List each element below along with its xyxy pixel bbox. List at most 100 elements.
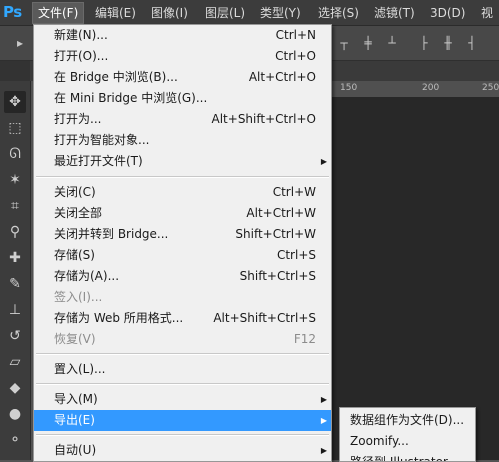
- menu-item-shortcut: Ctrl+W: [272, 185, 316, 199]
- menu-item-browse-mini-bridge[interactable]: 在 Mini Bridge 中浏览(G)...: [34, 88, 331, 109]
- healing-brush-icon[interactable]: ✚: [4, 247, 26, 269]
- menu-item-open-as[interactable]: 打开为... Alt+Shift+Ctrl+O: [34, 109, 331, 130]
- menu-item-shortcut: F12: [293, 332, 316, 346]
- menu-item-label: 关闭并转到 Bridge...: [54, 227, 169, 241]
- ruler-tick: 250: [482, 83, 499, 93]
- menu-item-export[interactable]: 导出(E) ▶: [34, 410, 331, 431]
- menu-item-browse-bridge[interactable]: 在 Bridge 中浏览(B)... Alt+Ctrl+O: [34, 67, 331, 88]
- menu-item-place[interactable]: 置入(L)...: [34, 359, 331, 380]
- menu-item-label: 在 Mini Bridge 中浏览(G)...: [54, 91, 208, 105]
- menu-item-label: 存储为 Web 所用格式...: [54, 311, 184, 325]
- eraser-tool-icon[interactable]: ▱: [4, 351, 26, 373]
- menu-item-shortcut: Ctrl+N: [275, 28, 316, 42]
- menu-item-label: 打开为...: [54, 112, 102, 126]
- menu-item-label: 置入(L)...: [54, 362, 106, 376]
- move-tool-icon[interactable]: ▸: [12, 35, 28, 51]
- blur-tool-icon[interactable]: ●: [4, 403, 26, 425]
- menu-item-label: 导入(M): [54, 392, 98, 406]
- submenu-item-label: 数据组作为文件(D)...: [350, 413, 465, 427]
- menu-item-automate[interactable]: 自动(U) ▶: [34, 440, 331, 461]
- menu-item-save-for-web[interactable]: 存储为 Web 所用格式... Alt+Shift+Ctrl+S: [34, 308, 331, 329]
- submenu-arrow-icon: ▶: [320, 446, 327, 455]
- menu-item-label: 在 Bridge 中浏览(B)...: [54, 70, 178, 84]
- menu-item-save[interactable]: 存储(S) Ctrl+S: [34, 245, 331, 266]
- submenu-item-zoomify[interactable]: Zoomify...: [340, 431, 475, 452]
- menu-item-shortcut: Ctrl+O: [275, 49, 316, 63]
- menu-item-label: 恢复(V): [54, 332, 96, 346]
- history-brush-icon[interactable]: ↺: [4, 325, 26, 347]
- toolbar-grip[interactable]: [0, 61, 30, 81]
- menu-item-import[interactable]: 导入(M) ▶: [34, 389, 331, 410]
- menu-filter[interactable]: 滤镜(T): [369, 3, 420, 23]
- submenu-arrow-icon: ▶: [320, 157, 327, 166]
- menu-item-close-go-bridge[interactable]: 关闭并转到 Bridge... Shift+Ctrl+W: [34, 224, 331, 245]
- menu-item-check-in: 签入(I)...: [34, 287, 331, 308]
- menu-item-label: 打开为智能对象...: [54, 133, 150, 147]
- menu-item-open[interactable]: 打开(O)... Ctrl+O: [34, 46, 331, 67]
- menu-item-recent-files[interactable]: 最近打开文件(T) ▶: [34, 151, 331, 172]
- align-top-icon[interactable]: ┬: [336, 35, 352, 51]
- menu-bar: Ps 文件(F) 编辑(E) 图像(I) 图层(L) 类型(Y) 选择(S) 滤…: [0, 0, 499, 26]
- menu-separator: [36, 353, 329, 355]
- menu-item-close-all[interactable]: 关闭全部 Alt+Ctrl+W: [34, 203, 331, 224]
- menu-image[interactable]: 图像(I): [146, 3, 193, 23]
- export-submenu: 数据组作为文件(D)... Zoomify... 路径到 Illustrator…: [339, 407, 476, 462]
- menu-item-shortcut: Ctrl+S: [276, 248, 316, 262]
- submenu-item-label: 路径到 Illustrator...: [350, 455, 459, 462]
- menu-item-label: 关闭(C): [54, 185, 96, 199]
- menu-item-close[interactable]: 关闭(C) Ctrl+W: [34, 182, 331, 203]
- menu-item-new[interactable]: 新建(N)... Ctrl+N: [34, 25, 331, 46]
- menu-type[interactable]: 类型(Y): [255, 3, 306, 23]
- paint-bucket-icon[interactable]: ◆: [4, 377, 26, 399]
- menu-separator: [36, 176, 329, 178]
- menu-item-shortcut: Alt+Ctrl+W: [246, 206, 316, 220]
- menu-item-shortcut: Alt+Ctrl+O: [248, 70, 316, 84]
- menu-edit[interactable]: 编辑(E): [90, 3, 141, 23]
- lasso-tool-icon[interactable]: ᘏ: [4, 143, 26, 165]
- menu-item-label: 存储(S): [54, 248, 95, 262]
- menu-item-label: 存储为(A)...: [54, 269, 120, 283]
- align-hcenter-icon[interactable]: ╫: [440, 35, 456, 51]
- menu-item-save-as[interactable]: 存储为(A)... Shift+Ctrl+S: [34, 266, 331, 287]
- eyedropper-icon[interactable]: ⚲: [4, 221, 26, 243]
- submenu-item-paths-to-illustrator[interactable]: 路径到 Illustrator...: [340, 452, 475, 462]
- submenu-item-label: Zoomify...: [350, 434, 409, 448]
- menu-item-shortcut: Shift+Ctrl+W: [235, 227, 316, 241]
- ruler-tick: 200: [422, 83, 440, 93]
- menu-item-label: 签入(I)...: [54, 290, 103, 304]
- menu-layer[interactable]: 图层(L): [200, 3, 250, 23]
- menu-item-shortcut: Alt+Shift+Ctrl+O: [211, 112, 316, 126]
- marquee-tool-icon[interactable]: ⬚: [4, 117, 26, 139]
- menu-select[interactable]: 选择(S): [313, 3, 364, 23]
- align-left-icon[interactable]: ├: [416, 35, 432, 51]
- clone-stamp-icon[interactable]: ⊥: [4, 299, 26, 321]
- menu-3d[interactable]: 3D(D): [425, 3, 470, 23]
- canvas-area[interactable]: [332, 97, 499, 460]
- align-right-icon[interactable]: ┤: [464, 35, 480, 51]
- move-tool-icon[interactable]: ✥: [4, 91, 26, 113]
- crop-tool-icon[interactable]: ⌗: [4, 195, 26, 217]
- photoshop-logo: Ps: [3, 3, 22, 21]
- menu-item-label: 最近打开文件(T): [54, 154, 143, 168]
- menu-item-shortcut: Alt+Shift+Ctrl+S: [213, 311, 316, 325]
- menu-separator: [36, 383, 329, 385]
- align-vcenter-icon[interactable]: ╪: [360, 35, 376, 51]
- align-bottom-icon[interactable]: ┴: [384, 35, 400, 51]
- submenu-arrow-icon: ▶: [320, 416, 327, 425]
- ruler-tick: 150: [340, 83, 358, 93]
- menu-item-shortcut: Shift+Ctrl+S: [239, 269, 316, 283]
- menu-item-label: 打开(O)...: [54, 49, 109, 63]
- menu-view[interactable]: 视: [476, 3, 498, 23]
- dodge-tool-icon[interactable]: ⚬: [4, 429, 26, 451]
- menu-item-label: 关闭全部: [54, 206, 103, 220]
- magic-wand-icon[interactable]: ✶: [4, 169, 26, 191]
- brush-tool-icon[interactable]: ✎: [4, 273, 26, 295]
- menu-item-label: 新建(N)...: [54, 28, 108, 42]
- menu-item-label: 自动(U): [54, 443, 97, 457]
- menu-file[interactable]: 文件(F): [32, 2, 85, 24]
- tools-panel: ✥ ⬚ ᘏ ✶ ⌗ ⚲ ✚ ✎ ⊥ ↺ ▱ ◆ ● ⚬: [0, 81, 31, 460]
- menu-item-open-smart-object[interactable]: 打开为智能对象...: [34, 130, 331, 151]
- submenu-item-data-sets-as-files[interactable]: 数据组作为文件(D)...: [340, 410, 475, 431]
- submenu-arrow-icon: ▶: [320, 395, 327, 404]
- menu-item-revert: 恢复(V) F12: [34, 329, 331, 350]
